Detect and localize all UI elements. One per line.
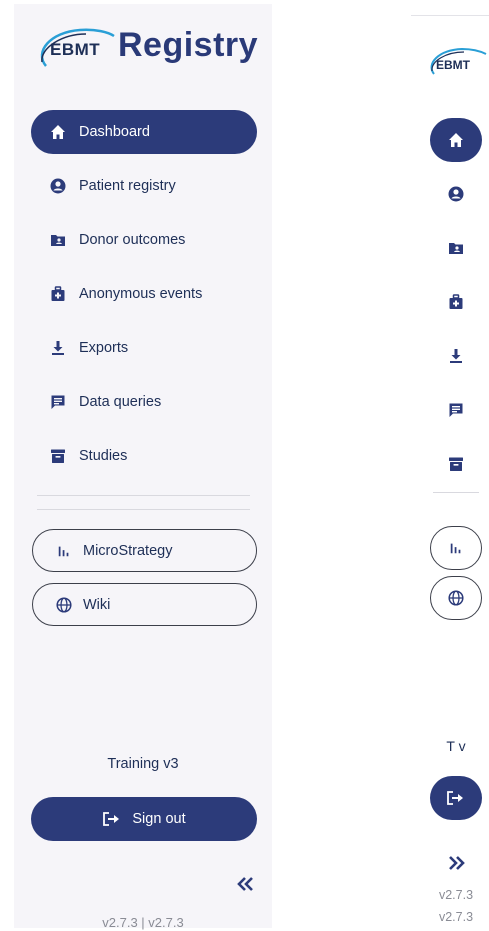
nav-label-patient-registry: Patient registry (79, 178, 176, 194)
sign-out-button[interactable]: Sign out (31, 797, 257, 841)
nav-label-anonymous-events: Anonymous events (79, 286, 203, 302)
user-circle-icon (49, 177, 67, 195)
nav-item-anonymous-events[interactable]: Anonymous events (31, 272, 257, 316)
mini-version-label-2: v2.7.3 (438, 910, 474, 924)
mini-nav-patient-registry[interactable] (430, 172, 482, 216)
collapse-sidebar-button[interactable] (234, 872, 258, 896)
mini-microstrategy-link[interactable] (430, 526, 482, 570)
globe-icon (55, 596, 73, 614)
comment-text-icon (49, 393, 67, 411)
mini-sign-out-button[interactable] (430, 776, 482, 820)
folder-user-icon (449, 243, 463, 254)
nav-label-dashboard: Dashboard (79, 124, 150, 140)
ebmt-registry-logo[interactable]: EBMT Registry (36, 26, 262, 76)
nav-label-donor-outcomes: Donor outcomes (79, 232, 186, 248)
wiki-link[interactable]: Wiki (32, 583, 257, 626)
download-icon (450, 349, 462, 363)
nav-item-studies[interactable]: Studies (31, 434, 257, 478)
version-label: v2.7.3 | v2.7.3 (102, 915, 184, 930)
globe-icon (448, 590, 464, 606)
mini-nav (430, 118, 482, 496)
nav-item-donor-outcomes[interactable]: Donor outcomes (31, 218, 257, 262)
nav-divider-top (37, 495, 250, 496)
mini-nav-data-queries[interactable] (430, 388, 482, 432)
mini-nav-divider (433, 492, 479, 493)
home-icon (49, 123, 67, 141)
mini-nav-anonymous-events[interactable] (430, 280, 482, 324)
bar-chart-icon (55, 542, 73, 560)
sidebar-collapsed: EBMT T v v2.7.3 v2.7.3 (411, 15, 489, 931)
logo-brand: EBMT (50, 40, 101, 59)
microstrategy-link[interactable]: MicroStrategy (32, 529, 257, 572)
nav-divider-bottom (37, 509, 250, 510)
mini-nav-dashboard[interactable] (430, 118, 482, 162)
mini-nav-exports[interactable] (430, 334, 482, 378)
mini-wiki-link[interactable] (430, 576, 482, 620)
nav-item-exports[interactable]: Exports (31, 326, 257, 370)
sidebar-expanded: EBMT Registry Dashboard Patient registry… (14, 4, 272, 930)
nav-label-studies: Studies (79, 448, 128, 464)
nav-item-data-queries[interactable]: Data queries (31, 380, 257, 424)
environment-label: Training v3 (107, 756, 179, 772)
archive-box-icon (449, 457, 463, 471)
mini-nav-studies[interactable] (430, 442, 482, 486)
folder-user-icon (49, 231, 67, 249)
sign-out-icon (102, 811, 122, 827)
bar-chart-icon (450, 543, 461, 554)
sign-out-icon (447, 791, 463, 805)
sign-out-label: Sign out (132, 811, 186, 827)
wiki-label: Wiki (83, 596, 111, 613)
user-circle-icon (448, 186, 464, 202)
archive-box-icon (49, 447, 67, 465)
mini-environment-label: T v (446, 738, 466, 754)
nav-item-dashboard[interactable]: Dashboard (31, 110, 257, 154)
medical-bag-icon (49, 285, 67, 303)
mini-version-label-1: v2.7.3 (438, 888, 474, 902)
mini-nav-donor-outcomes[interactable] (430, 226, 482, 270)
nav-label-data-queries: Data queries (79, 394, 162, 410)
home-icon (449, 133, 463, 147)
nav-item-patient-registry[interactable]: Patient registry (31, 164, 257, 208)
microstrategy-label: MicroStrategy (83, 542, 173, 559)
comment-text-icon (449, 403, 463, 417)
medical-bag-icon (449, 294, 463, 309)
double-chevron-left-icon (237, 877, 253, 891)
mini-logo-brand: EBMT (436, 58, 470, 72)
logo-product: Registry (118, 26, 259, 64)
nav-label-exports: Exports (79, 340, 129, 356)
ebmt-mini-logo[interactable]: EBMT (428, 46, 488, 78)
download-icon (49, 339, 67, 357)
double-chevron-right-icon (449, 856, 465, 870)
expand-sidebar-button[interactable] (444, 852, 468, 874)
main-nav: Dashboard Patient registry Donor outcome… (31, 110, 257, 488)
